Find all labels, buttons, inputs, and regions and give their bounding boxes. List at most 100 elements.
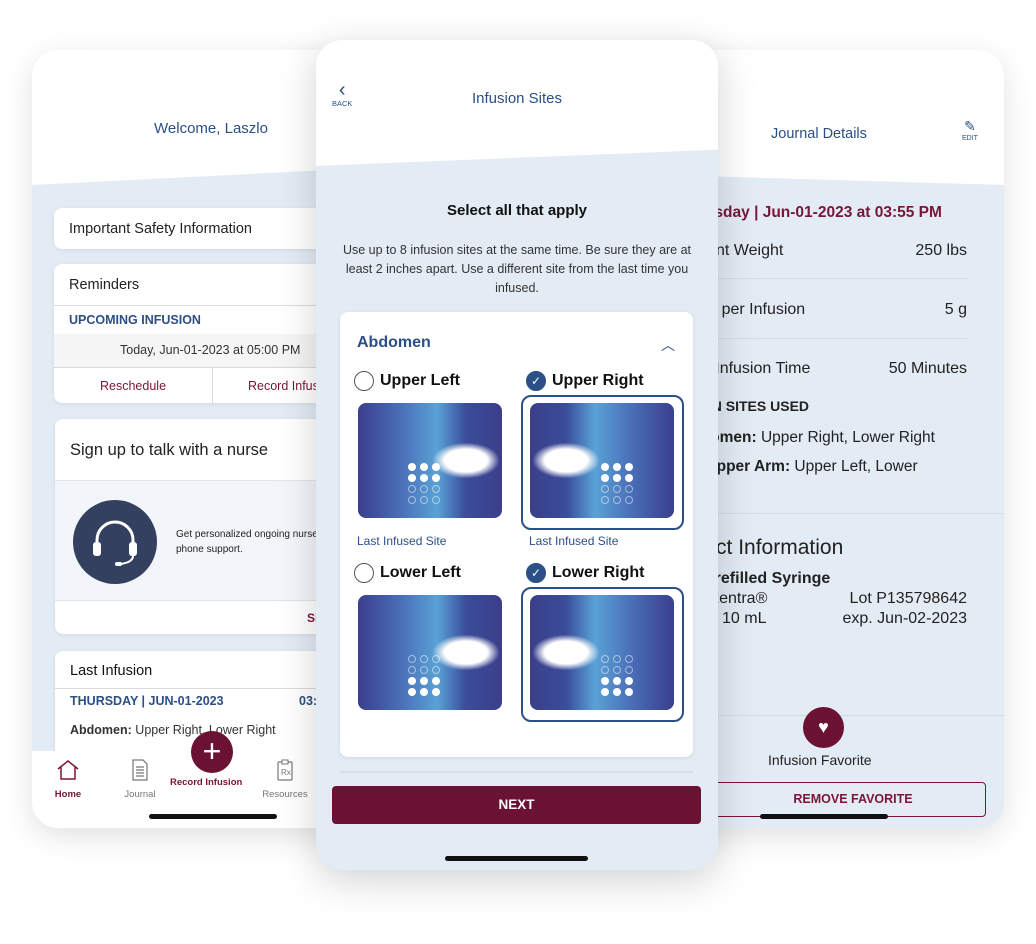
last-infused-site-label: Last Infused Site (357, 534, 447, 548)
site-option-lower-left[interactable]: Lower Left (354, 562, 514, 742)
site-dot (408, 666, 416, 674)
section-divider (340, 771, 693, 773)
abdomen-site-image[interactable] (530, 595, 674, 710)
safety-info-card[interactable]: Important Safety Information (54, 208, 352, 249)
site-dot (408, 485, 416, 493)
time-value: 50 Minutes (888, 360, 967, 377)
divider (54, 305, 352, 306)
site-dot (601, 463, 609, 471)
site-dot (420, 688, 428, 696)
checked-circle-icon[interactable]: ✓ (526, 563, 546, 583)
site-dot (625, 463, 633, 471)
nav-resources-label: Resources (262, 789, 308, 800)
site-dot (613, 485, 621, 493)
abdomen-site-image[interactable] (358, 403, 502, 518)
site-dot (613, 677, 621, 685)
favorite-heart-icon[interactable]: ♥ (803, 707, 844, 748)
site-label: Abdomen: (70, 723, 132, 737)
abdomen-site-image[interactable] (358, 595, 502, 710)
site-option-upper-right[interactable]: ✓ Upper Right Last Infused Site (521, 370, 686, 550)
site-dot (420, 655, 428, 663)
site-dot (601, 496, 609, 504)
nav-home[interactable]: Home (48, 759, 88, 800)
sites-instructions: Use up to 8 infusion sites at the same t… (342, 243, 692, 295)
upcoming-time-row: Today, Jun-01-2023 at 05:00 PM (54, 334, 352, 367)
site-option-label: Lower Left (380, 564, 461, 581)
nav-record-infusion-label[interactable]: Record Infusion (170, 777, 242, 788)
divider (55, 688, 352, 689)
home-icon (57, 760, 79, 780)
site-dot (613, 666, 621, 674)
nurse-card-title: Sign up to talk with a nurse (70, 441, 269, 459)
unchecked-circle-icon[interactable] (354, 371, 374, 391)
site-dot (625, 666, 633, 674)
expiry-date: exp. Jun-02-2023 (842, 610, 967, 627)
site-dot (432, 485, 440, 493)
abdomen-section-title[interactable]: Abdomen (357, 334, 431, 352)
site-dot (613, 474, 621, 482)
site-dot (408, 655, 416, 663)
site-dot (625, 688, 633, 696)
site-dot (420, 496, 428, 504)
last-infused-site-label: Last Infused Site (529, 534, 619, 548)
nav-journal-label: Journal (124, 789, 156, 800)
site-dot (613, 655, 621, 663)
unchecked-circle-icon[interactable] (354, 563, 374, 583)
nav-resources[interactable]: Rx Resources (260, 759, 310, 800)
site-dot (601, 677, 609, 685)
chevron-up-icon[interactable]: ︿ (661, 335, 675, 355)
checked-circle-icon[interactable]: ✓ (526, 371, 546, 391)
site-dot (625, 474, 633, 482)
dosage-value: 5 g (944, 301, 967, 318)
welcome-title: Welcome, Laszlo (154, 120, 268, 137)
reminders-title: Reminders (69, 277, 140, 293)
home-indicator (149, 814, 277, 819)
nav-home-label: Home (54, 789, 82, 800)
nav-journal[interactable]: Journal (120, 759, 160, 800)
select-heading: Select all that apply (446, 202, 588, 219)
site-dot (408, 496, 416, 504)
edit-button[interactable]: ✎ EDIT (962, 118, 978, 142)
remove-favorite-label: REMOVE FAVORITE (793, 792, 913, 806)
product-volume: 10 mL (722, 610, 767, 627)
nurse-card: Sign up to talk with a nurse Get persona… (55, 419, 352, 634)
edit-label: EDIT (962, 135, 978, 142)
site-dot (613, 496, 621, 504)
bottom-nav: Home Journal + Record Infusion Rx Resour… (32, 731, 352, 828)
upcoming-infusion-label: UPCOMING INFUSION (69, 313, 201, 327)
upcoming-time: Today, Jun-01-2023 at 05:00 PM (120, 343, 301, 357)
product-type: Prefilled Syringe (704, 570, 831, 587)
site-dot (432, 666, 440, 674)
home-header: Welcome, Laszlo (32, 50, 352, 185)
sites-header: ‹ BACK Infusion Sites (316, 40, 718, 166)
site-dot (420, 485, 428, 493)
divider (212, 367, 213, 403)
next-button[interactable]: NEXT (332, 786, 701, 824)
abdomen-site-image[interactable] (530, 403, 674, 518)
journal-icon (132, 759, 148, 781)
site-option-upper-left[interactable]: Upper Left Last Infused Site (354, 370, 514, 550)
site-value: Upper Right, Lower Right (756, 429, 935, 446)
site-dot (420, 463, 428, 471)
nurse-card-text: Get personalized ongoing nurse phone sup… (176, 529, 318, 555)
site-dot (601, 485, 609, 493)
safety-info-label: Important Safety Information (69, 221, 252, 237)
site-dot (432, 474, 440, 482)
site-dot (613, 688, 621, 696)
site-dot (625, 496, 633, 504)
site-dot (420, 677, 428, 685)
reminders-card: Reminders UPCOMING INFUSION Today, Jun-0… (54, 264, 352, 403)
site-dot (625, 485, 633, 493)
site-dot (601, 474, 609, 482)
reschedule-button[interactable]: Reschedule (100, 379, 166, 393)
svg-text:Rx: Rx (281, 768, 291, 777)
weight-value: 250 lbs (915, 242, 967, 259)
site-dot (601, 666, 609, 674)
record-infusion-fab[interactable]: + (191, 731, 233, 773)
nurse-card-body: Get personalized ongoing nurse phone sup… (55, 480, 352, 601)
abdomen-section: Abdomen ︿ Upper Left Last Infused Site ✓ Up… (340, 312, 693, 757)
site-dot (408, 677, 416, 685)
clipboard-rx-icon: Rx (277, 759, 293, 781)
site-option-lower-right[interactable]: ✓ Lower Right (521, 562, 686, 742)
site-dot (408, 474, 416, 482)
